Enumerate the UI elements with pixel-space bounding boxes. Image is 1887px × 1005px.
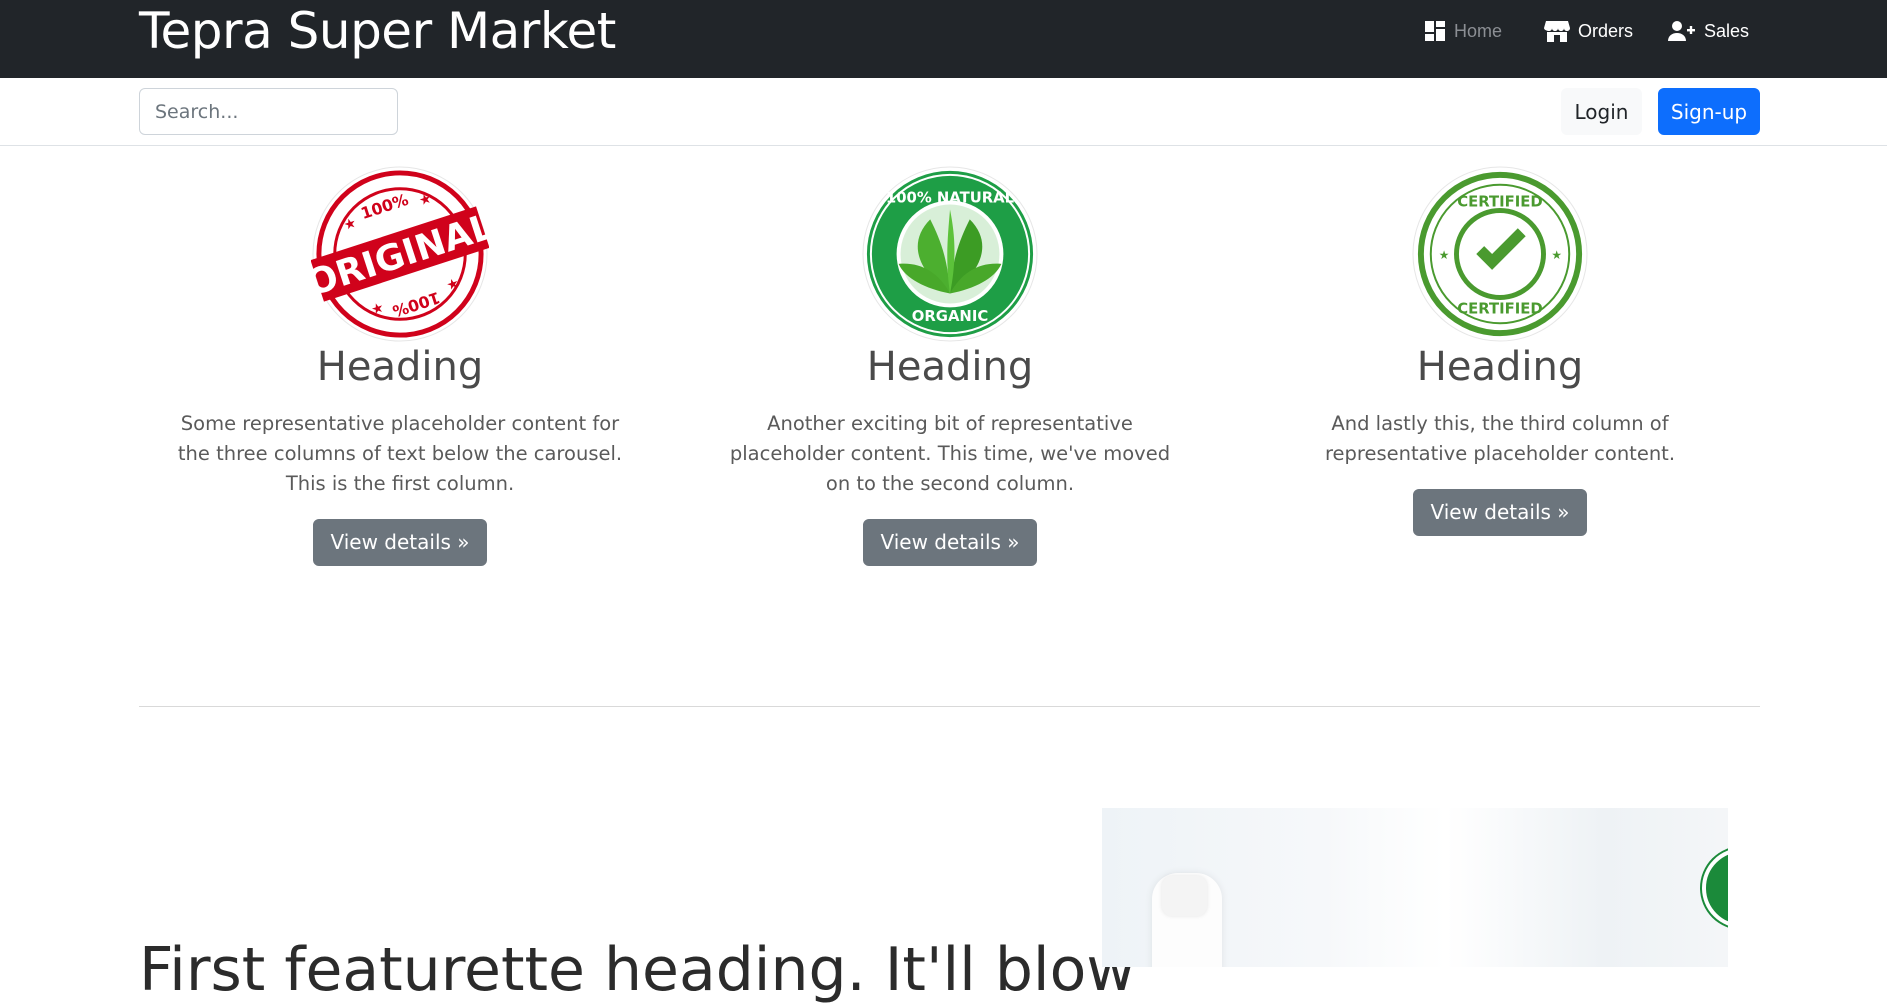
featurette-heading: First featurette heading. It'll blow <box>139 935 1136 1005</box>
nav-home-label: Home <box>1454 20 1503 41</box>
column-2-heading: Heading <box>866 344 1034 390</box>
sub-navbar: Login Sign-up <box>0 78 1887 146</box>
svg-text:100% NATURAL: 100% NATURAL <box>886 190 1015 207</box>
marketing-column-1: ORIGINAL 100% 100% ★ ★ ★ ★ Heading Some … <box>170 165 630 566</box>
featurette-product-image <box>1102 808 1728 967</box>
certified-badge-icon: CERTIFIED CERTIFIED ★ ★ <box>1412 166 1588 342</box>
featurette-divider <box>139 706 1760 707</box>
svg-text:★: ★ <box>1439 248 1450 262</box>
marketing-column-3: CERTIFIED CERTIFIED ★ ★ Heading And last… <box>1270 165 1730 536</box>
person-add-icon <box>1668 21 1695 41</box>
original-stamp-badge-icon: ORIGINAL 100% 100% ★ ★ ★ ★ <box>311 166 489 342</box>
svg-text:★: ★ <box>1551 248 1562 262</box>
svg-text:ORGANIC: ORGANIC <box>912 308 988 325</box>
dashboard-icon <box>1425 21 1445 41</box>
column-2-text: Another exciting bit of representative p… <box>729 412 1171 495</box>
product-badge-icon <box>1702 848 1728 928</box>
product-bottle-cap-image <box>1162 876 1207 916</box>
signup-button[interactable]: Sign-up <box>1658 88 1760 135</box>
natural-organic-badge-icon: 100% NATURAL ORGANIC <box>862 166 1038 342</box>
column-1-view-details-button[interactable]: View details » <box>313 519 487 566</box>
top-navbar: Tepra Super Market Home Orders Sales <box>0 0 1887 78</box>
column-1-text: Some representative placeholder content … <box>177 412 623 495</box>
nav-sales[interactable]: Sales <box>1668 18 1749 44</box>
nav-orders[interactable]: Orders <box>1544 18 1633 44</box>
nav-orders-label: Orders <box>1578 20 1634 41</box>
column-3-heading: Heading <box>1416 344 1584 390</box>
column-3-view-details-button[interactable]: View details » <box>1413 489 1587 536</box>
svg-text:CERTIFIED: CERTIFIED <box>1457 300 1542 317</box>
column-2-view-details-button[interactable]: View details » <box>863 519 1037 566</box>
store-icon <box>1544 21 1570 42</box>
search-input[interactable] <box>139 88 398 135</box>
marketing-column-2: 100% NATURAL ORGANIC Heading Another exc… <box>720 165 1180 566</box>
svg-text:CERTIFIED: CERTIFIED <box>1457 194 1542 211</box>
column-3-text: And lastly this, the third column of rep… <box>1324 412 1676 465</box>
nav-home[interactable]: Home <box>1424 18 1502 44</box>
brand-title[interactable]: Tepra Super Market <box>139 2 616 60</box>
nav-sales-label: Sales <box>1704 20 1750 41</box>
login-button[interactable]: Login <box>1561 88 1642 135</box>
column-1-heading: Heading <box>316 344 484 390</box>
